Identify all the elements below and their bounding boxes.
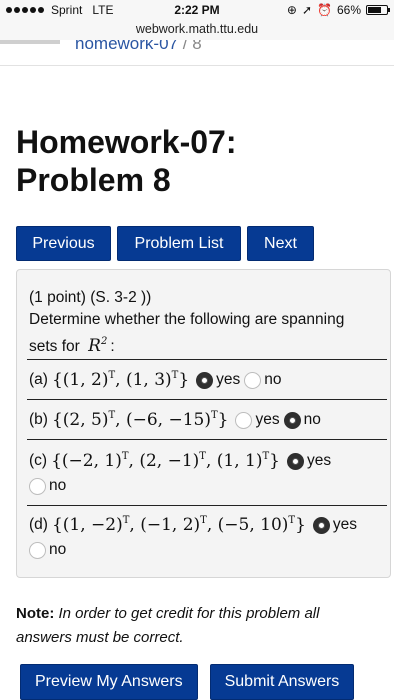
problem-nav: Previous Problem List Next bbox=[16, 226, 314, 261]
battery-percent: 66% bbox=[336, 3, 361, 17]
direction-icon: ➚ bbox=[301, 3, 313, 17]
option-no-label: no bbox=[303, 411, 321, 428]
radio-yes-selected[interactable] bbox=[196, 371, 214, 389]
problem-source: (S. 3-2 )) bbox=[90, 289, 152, 306]
problem-prompt-line2: sets for R2: bbox=[29, 331, 115, 358]
status-bar: Sprint LTE 2:22 PM ⊕ ➚ ⏰ 66% bbox=[0, 0, 394, 20]
answer-actions: Preview My Answers Submit Answers bbox=[20, 664, 355, 700]
question-b: (b) {(2, 5)T, (−6, −15)T} yes no bbox=[29, 410, 321, 430]
radio-yes-selected[interactable] bbox=[286, 452, 304, 470]
alarm-icon: ⏰ bbox=[317, 3, 332, 17]
prompt-suffix: : bbox=[110, 338, 115, 355]
question-label: (d) bbox=[29, 516, 48, 533]
question-d-row2: no bbox=[29, 541, 66, 559]
vector-set: {(1, −2)T, (−1, 2)T, (−5, 10)T} bbox=[51, 515, 306, 535]
page-title: Homework-07: Problem 8 bbox=[16, 123, 376, 199]
page-title-line2: Problem 8 bbox=[16, 162, 171, 198]
divider bbox=[27, 439, 387, 440]
preview-answers-button[interactable]: Preview My Answers bbox=[20, 664, 198, 700]
divider bbox=[27, 359, 387, 360]
location-icon: ⊕ bbox=[286, 3, 297, 17]
previous-button[interactable]: Previous bbox=[16, 226, 111, 261]
question-label: (a) bbox=[29, 371, 48, 388]
divider bbox=[27, 505, 387, 506]
question-d: (d) {(1, −2)T, (−1, 2)T, (−5, 10)T} yes bbox=[29, 515, 357, 535]
radio-yes-selected[interactable] bbox=[312, 516, 330, 534]
space-letter: R bbox=[88, 336, 101, 356]
option-yes-label: yes bbox=[255, 411, 280, 428]
question-c: (c) {(−2, 1)T, (2, −1)T, (1, 1)T} yes bbox=[29, 451, 331, 471]
problem-header: (1 point) (S. 3-2 )) bbox=[29, 287, 151, 309]
radio-yes[interactable] bbox=[235, 411, 253, 429]
space-exponent: 2 bbox=[100, 336, 108, 347]
breadcrumb-strip: nomework-07 / 8 bbox=[0, 40, 394, 66]
battery-icon bbox=[366, 5, 390, 15]
radio-no[interactable] bbox=[29, 477, 46, 495]
problem-points: (1 point) bbox=[29, 289, 86, 306]
vector-set: {(1, 2)T, (1, 3)T} bbox=[51, 370, 190, 390]
credit-note: Note: In order to get credit for this pr… bbox=[16, 602, 376, 650]
prompt-prefix: sets for bbox=[29, 338, 80, 355]
problem-panel: (1 point) (S. 3-2 )) Determine whether t… bbox=[16, 269, 391, 578]
problem-prompt-line1: Determine whether the following are span… bbox=[29, 311, 345, 328]
radio-no[interactable] bbox=[244, 371, 262, 389]
question-c-row2: no bbox=[29, 477, 66, 495]
breadcrumb-problem: 8 bbox=[192, 40, 202, 53]
menu-bar-stub[interactable] bbox=[0, 40, 60, 44]
page-title-line1: Homework-07: bbox=[16, 124, 237, 160]
option-no-label: no bbox=[264, 371, 282, 388]
question-label: (b) bbox=[29, 411, 48, 428]
problem-list-button[interactable]: Problem List bbox=[117, 226, 241, 261]
radio-no[interactable] bbox=[29, 541, 46, 559]
question-a: (a) {(1, 2)T, (1, 3)T} yes no bbox=[29, 370, 282, 390]
option-yes-label: yes bbox=[332, 516, 358, 533]
option-no-label: no bbox=[49, 477, 67, 494]
question-label: (c) bbox=[29, 452, 48, 469]
breadcrumb: nomework-07 / 8 bbox=[75, 40, 202, 54]
submit-answers-button[interactable]: Submit Answers bbox=[209, 664, 355, 700]
breadcrumb-set-link[interactable]: nomework-07 bbox=[75, 40, 178, 53]
option-yes-label: yes bbox=[216, 371, 241, 388]
divider bbox=[27, 399, 387, 400]
space-symbol: R2 bbox=[88, 336, 107, 356]
radio-no-selected[interactable] bbox=[283, 411, 301, 429]
vector-set: {(2, 5)T, (−6, −15)T} bbox=[51, 410, 229, 430]
url-bar[interactable]: webwork.math.ttu.edu bbox=[0, 20, 394, 40]
status-right: ⊕ ➚ ⏰ 66% bbox=[286, 3, 390, 17]
vector-set: {(−2, 1)T, (2, −1)T, (1, 1)T} bbox=[51, 451, 280, 471]
option-no-label: no bbox=[49, 541, 67, 558]
next-button[interactable]: Next bbox=[247, 226, 314, 261]
note-label: Note: bbox=[16, 605, 55, 622]
option-yes-label: yes bbox=[306, 452, 332, 469]
note-text: In order to get credit for this problem … bbox=[16, 605, 320, 646]
breadcrumb-separator: / bbox=[182, 40, 188, 53]
